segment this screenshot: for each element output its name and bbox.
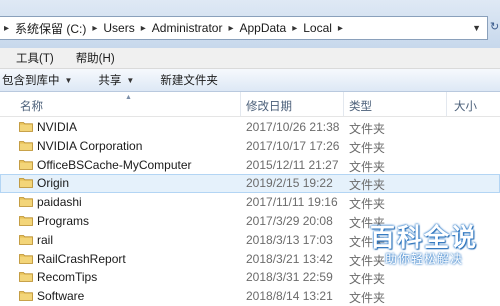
file-name: RailCrashReport <box>37 251 126 266</box>
file-row[interactable]: paidashi 2017/11/11 19:16 文件夹 <box>0 193 500 212</box>
file-row[interactable]: NVIDIA 2017/10/26 21:38 文件夹 <box>0 118 500 137</box>
file-modified-date: 2018/8/14 13:21 <box>246 289 333 304</box>
file-name: NVIDIA <box>37 120 78 134</box>
column-divider[interactable] <box>446 92 447 116</box>
command-toolbar: 包含到库中 ▼ 共享 ▼ 新建文件夹 <box>0 69 500 92</box>
file-type: 文件夹 <box>349 291 386 306</box>
file-name: OfficeBSCache-MyComputer <box>37 157 192 172</box>
include-in-library-label: 包含到库中 <box>2 75 60 87</box>
watermark-subtitle: 助你轻松解决 <box>384 252 463 266</box>
folder-icon <box>19 177 33 189</box>
refresh-icon[interactable]: ↻ <box>490 20 499 33</box>
breadcrumb-separator-icon[interactable]: ▸ <box>288 23 301 34</box>
column-header-name[interactable]: 名称 <box>20 98 43 114</box>
file-modified-date: 2017/10/17 17:26 <box>246 138 340 153</box>
folder-icon <box>19 215 33 226</box>
folder-icon <box>19 121 33 132</box>
file-type: 文件夹 <box>349 272 386 287</box>
breadcrumb-separator-icon[interactable]: ▸ <box>0 23 13 34</box>
column-header-type[interactable]: 类型 <box>349 98 372 114</box>
include-in-library-button[interactable]: 包含到库中 ▼ <box>0 72 86 88</box>
file-name: rail <box>37 232 54 247</box>
sort-ascending-icon: ▲ <box>125 94 132 101</box>
file-modified-date: 2017/11/11 19:16 <box>246 195 338 210</box>
folder-icon <box>19 253 33 264</box>
file-row[interactable]: Software 2018/8/14 13:21 文件夹 <box>0 287 500 306</box>
folder-icon <box>19 159 33 170</box>
column-header-size[interactable]: 大小 <box>454 98 477 114</box>
breadcrumb-item[interactable]: Users <box>101 21 136 35</box>
file-type: 文件夹 <box>349 159 386 174</box>
folder-icon <box>19 234 33 245</box>
file-name: paidashi <box>37 195 82 210</box>
share-label: 共享 <box>98 75 122 87</box>
breadcrumb-separator-icon[interactable]: ▸ <box>334 23 347 34</box>
column-divider[interactable] <box>343 92 344 116</box>
file-modified-date: 2018/3/13 17:03 <box>246 232 333 247</box>
column-header-date[interactable]: 修改日期 <box>246 98 292 114</box>
file-name: NVIDIA Corporation <box>37 138 143 153</box>
menu-tools[interactable]: 工具(T) <box>0 50 62 66</box>
file-modified-date: 2017/10/26 21:38 <box>246 120 340 134</box>
address-bar-area: ▸ 系统保留 (C:) ▸ Users ▸ Administrator ▸ AppData ▸ L… <box>0 0 500 48</box>
menu-help[interactable]: 帮助(H) <box>62 50 123 66</box>
file-modified-date: 2017/3/29 20:08 <box>246 213 333 228</box>
watermark: 百科全说 助你轻松解决 <box>363 218 485 270</box>
breadcrumb: ▸ 系统保留 (C:) ▸ Users ▸ Administrator ▸ AppData ▸ L… <box>0 17 347 39</box>
breadcrumb-item[interactable]: Administrator <box>150 21 225 35</box>
address-dropdown-icon[interactable]: ▼ <box>472 23 481 33</box>
share-button[interactable]: 共享 ▼ <box>86 72 146 88</box>
chevron-down-icon: ▼ <box>64 75 73 85</box>
file-modified-date: 2018/3/21 13:42 <box>246 251 333 266</box>
breadcrumb-item[interactable]: AppData <box>237 21 288 35</box>
breadcrumb-separator-icon[interactable]: ▸ <box>224 23 237 34</box>
file-row[interactable]: RecomTips 2018/3/31 22:59 文件夹 <box>0 268 500 287</box>
file-row[interactable]: OfficeBSCache-MyComputer 2015/12/11 21:27… <box>0 156 500 175</box>
breadcrumb-separator-icon[interactable]: ▸ <box>137 23 150 34</box>
breadcrumb-item[interactable]: Local <box>301 21 334 35</box>
file-modified-date: 2019/2/15 19:22 <box>246 176 333 191</box>
file-modified-date: 2018/3/31 22:59 <box>246 270 333 285</box>
file-name: RecomTips <box>37 270 98 285</box>
breadcrumb-item[interactable]: 系统保留 (C:) <box>13 20 88 37</box>
file-modified-date: 2015/12/11 21:27 <box>246 157 339 172</box>
breadcrumb-separator-icon[interactable]: ▸ <box>88 23 101 34</box>
file-name: Origin <box>37 176 70 191</box>
address-bar[interactable]: ▸ 系统保留 (C:) ▸ Users ▸ Administrator ▸ AppData ▸ L… <box>0 16 488 40</box>
file-type: 文件夹 <box>349 178 386 193</box>
watermark-title: 百科全说 <box>369 224 478 252</box>
new-folder-button[interactable]: 新建文件夹 <box>146 72 230 88</box>
file-type: 文件夹 <box>349 122 386 136</box>
folder-icon <box>19 271 33 283</box>
column-divider[interactable] <box>240 92 241 116</box>
file-type: 文件夹 <box>349 140 386 155</box>
new-folder-label: 新建文件夹 <box>160 75 218 87</box>
chevron-down-icon: ▼ <box>126 75 135 85</box>
file-type: 文件夹 <box>349 197 386 212</box>
file-row[interactable]: NVIDIA Corporation 2017/10/17 17:26 文件夹 <box>0 137 500 156</box>
folder-icon <box>19 140 33 151</box>
menu-bar: 工具(T) 帮助(H) <box>0 48 500 69</box>
file-row[interactable]: Origin 2019/2/15 19:22 文件夹 <box>0 174 500 194</box>
file-name: Programs <box>37 213 90 228</box>
column-headers: ▲ 名称 修改日期 类型 大小 <box>0 92 500 117</box>
file-name: Software <box>37 289 85 304</box>
file-list: NVIDIA 2017/10/26 21:38 文件夹 NVIDIA Corporat… <box>0 118 500 306</box>
folder-icon <box>19 196 33 208</box>
